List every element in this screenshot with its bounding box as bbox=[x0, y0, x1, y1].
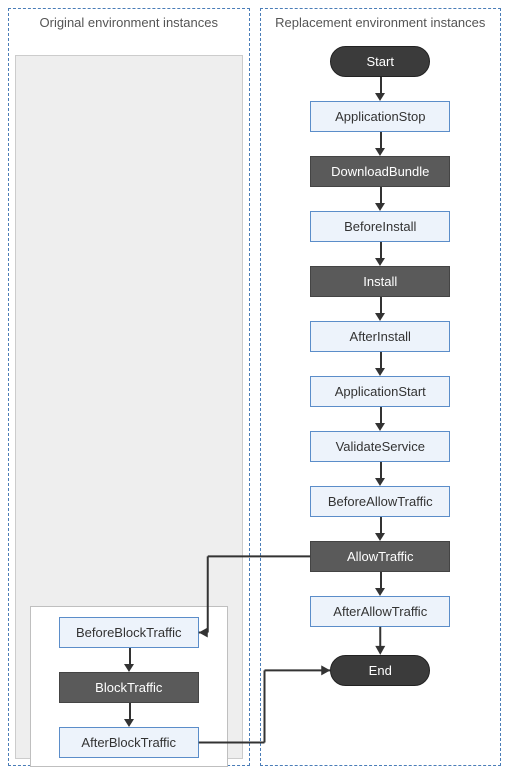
replacement-env-title: Replacement environment instances bbox=[261, 9, 501, 38]
original-env-title: Original environment instances bbox=[9, 9, 249, 38]
node-after-install: AfterInstall bbox=[310, 321, 450, 352]
node-block-traffic: BlockTraffic bbox=[59, 672, 199, 703]
start-terminal: Start bbox=[330, 46, 430, 77]
node-before-block-traffic: BeforeBlockTraffic bbox=[59, 617, 199, 648]
node-allow-traffic: AllowTraffic bbox=[310, 541, 450, 572]
node-before-install: BeforeInstall bbox=[310, 211, 450, 242]
diagram-container: Original environment instances BeforeBlo… bbox=[8, 8, 501, 766]
left-flow: BeforeBlockTraffic BlockTraffic AfterBlo… bbox=[31, 617, 227, 758]
node-download-bundle: DownloadBundle bbox=[310, 156, 450, 187]
node-application-stop: ApplicationStop bbox=[310, 101, 450, 132]
block-traffic-group: BeforeBlockTraffic BlockTraffic AfterBlo… bbox=[30, 606, 228, 767]
right-flow: Start ApplicationStop DownloadBundle Bef… bbox=[261, 38, 501, 686]
end-terminal: End bbox=[330, 655, 430, 686]
original-env-body: BeforeBlockTraffic BlockTraffic AfterBlo… bbox=[15, 55, 243, 759]
original-env-column: Original environment instances BeforeBlo… bbox=[8, 8, 250, 766]
node-after-block-traffic: AfterBlockTraffic bbox=[59, 727, 199, 758]
node-before-allow-traffic: BeforeAllowTraffic bbox=[310, 486, 450, 517]
node-after-allow-traffic: AfterAllowTraffic bbox=[310, 596, 450, 627]
node-validate-service: ValidateService bbox=[310, 431, 450, 462]
replacement-env-column: Replacement environment instances Start … bbox=[260, 8, 502, 766]
node-application-start: ApplicationStart bbox=[310, 376, 450, 407]
node-install: Install bbox=[310, 266, 450, 297]
